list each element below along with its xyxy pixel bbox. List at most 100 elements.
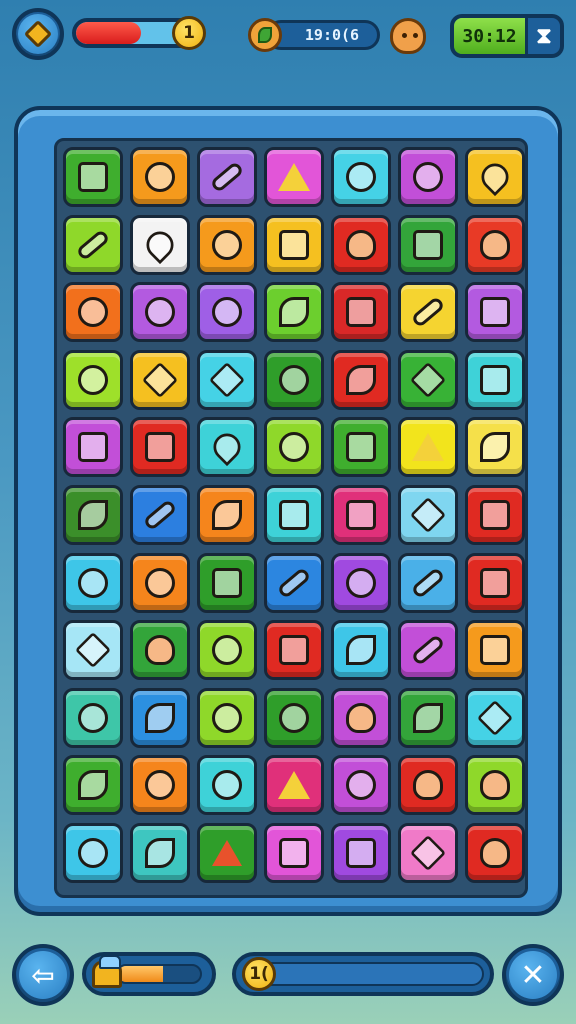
tile[interactable] [465, 552, 525, 613]
tile[interactable] [197, 349, 257, 410]
level-coin[interactable]: 1( [242, 957, 276, 991]
leaf-icon [346, 364, 376, 395]
tile[interactable] [197, 620, 257, 681]
tile[interactable] [197, 823, 257, 883]
tile[interactable] [331, 349, 391, 410]
board-frame [14, 106, 562, 916]
tile[interactable] [465, 755, 525, 816]
tile[interactable] [130, 214, 190, 275]
tile[interactable] [398, 147, 458, 207]
tile[interactable] [63, 552, 123, 613]
tile[interactable] [130, 282, 190, 343]
circle-icon [413, 162, 443, 192]
close-icon: ✕ [520, 957, 546, 993]
tile[interactable] [465, 687, 525, 748]
tile[interactable] [465, 620, 525, 681]
gem-icon [23, 19, 53, 49]
tile[interactable] [465, 485, 525, 545]
tile[interactable] [398, 823, 458, 883]
tile[interactable] [264, 349, 324, 410]
tile[interactable] [398, 485, 458, 545]
tile[interactable] [465, 282, 525, 343]
tile[interactable] [197, 687, 257, 748]
tile[interactable] [398, 687, 458, 748]
tile[interactable] [331, 823, 391, 883]
tile[interactable] [130, 620, 190, 681]
tile[interactable] [130, 147, 190, 207]
tile[interactable] [398, 755, 458, 816]
tile[interactable] [331, 687, 391, 748]
tile[interactable] [130, 687, 190, 748]
face-icon [480, 229, 510, 260]
tile[interactable] [63, 349, 123, 410]
tile[interactable] [398, 282, 458, 343]
hint-coin-button[interactable]: 1 [172, 16, 206, 50]
hourglass-icon[interactable]: ⧗ [528, 24, 560, 49]
tile[interactable] [63, 755, 123, 816]
tile[interactable] [465, 823, 525, 883]
tile[interactable] [331, 282, 391, 343]
character-face-icon[interactable] [390, 18, 426, 54]
back-button[interactable]: ⇦ [12, 944, 74, 1006]
tile[interactable] [465, 147, 525, 207]
circle-icon [78, 567, 108, 598]
close-button[interactable]: ✕ [502, 944, 564, 1006]
square-icon [480, 297, 510, 328]
tile[interactable] [197, 214, 257, 275]
tile[interactable] [465, 349, 525, 410]
tile[interactable] [331, 485, 391, 545]
tile[interactable] [197, 485, 257, 545]
tile[interactable] [63, 417, 123, 478]
arrow-left-icon: ⇦ [31, 958, 55, 992]
tile[interactable] [398, 214, 458, 275]
tile[interactable] [331, 620, 391, 681]
tile[interactable] [130, 755, 190, 816]
tile[interactable] [331, 214, 391, 275]
tile[interactable] [331, 417, 391, 478]
tile[interactable] [197, 147, 257, 207]
tile[interactable] [264, 823, 324, 883]
tile[interactable] [264, 620, 324, 681]
tile[interactable] [264, 552, 324, 613]
tile[interactable] [197, 755, 257, 816]
tile[interactable] [130, 349, 190, 410]
tile[interactable] [63, 147, 123, 207]
tile[interactable] [264, 417, 324, 478]
tile[interactable] [264, 147, 324, 207]
drop-icon [475, 157, 515, 197]
tile[interactable] [130, 485, 190, 545]
tile[interactable] [398, 417, 458, 478]
tile[interactable] [197, 417, 257, 478]
tile[interactable] [398, 620, 458, 681]
tile[interactable] [130, 417, 190, 478]
tile[interactable] [331, 552, 391, 613]
tile[interactable] [63, 214, 123, 275]
tile[interactable] [63, 282, 123, 343]
tile[interactable] [63, 620, 123, 681]
tile[interactable] [331, 755, 391, 816]
square-icon [346, 297, 376, 328]
hint-coin-label: 1 [183, 23, 195, 43]
diamond-icon [409, 834, 447, 872]
pill-icon [75, 228, 111, 261]
tile[interactable] [264, 214, 324, 275]
tile[interactable] [398, 552, 458, 613]
square-icon [279, 500, 309, 530]
circle-icon [212, 297, 242, 328]
tile[interactable] [63, 485, 123, 545]
tile[interactable] [264, 485, 324, 545]
tile[interactable] [465, 417, 525, 478]
tile[interactable] [264, 755, 324, 816]
tile[interactable] [130, 823, 190, 883]
tile[interactable] [331, 147, 391, 207]
menu-button[interactable] [12, 8, 64, 60]
tile[interactable] [465, 214, 525, 275]
tile[interactable] [264, 282, 324, 343]
tile[interactable] [398, 349, 458, 410]
tile[interactable] [130, 552, 190, 613]
tile[interactable] [197, 552, 257, 613]
tile[interactable] [63, 687, 123, 748]
tile[interactable] [264, 687, 324, 748]
tile[interactable] [197, 282, 257, 343]
tile[interactable] [63, 823, 123, 883]
